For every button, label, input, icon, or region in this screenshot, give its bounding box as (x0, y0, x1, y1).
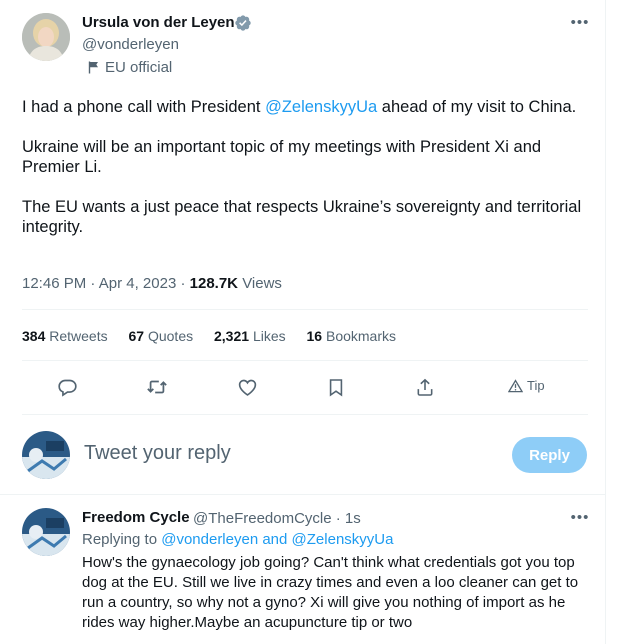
tweet-text: I had a phone call with President @Zelen… (22, 97, 592, 257)
author-name[interactable]: Ursula von der Leyen (82, 14, 235, 31)
tweet-paragraph: The EU wants a just peace that respects … (22, 198, 582, 236)
meta-separator: · (180, 275, 186, 292)
divider (0, 494, 606, 495)
reply-submit-button[interactable]: Reply (512, 437, 587, 473)
bookmarks-label: Bookmarks (325, 328, 397, 344)
mention-link[interactable]: @ZelenskyyUa (265, 98, 377, 116)
divider (22, 309, 588, 310)
likes-count: 2,321 (214, 328, 250, 344)
tweet-paragraph: I had a phone call with President @Zelen… (22, 97, 592, 117)
tweet-date[interactable]: Apr 4, 2023 (99, 275, 177, 292)
divider (22, 414, 588, 415)
tweet-text-segment: ahead of my visit to China. (377, 98, 577, 116)
author-avatar[interactable] (22, 13, 70, 61)
quotes-label: Quotes (147, 328, 194, 344)
tip-label: Tip (527, 378, 545, 393)
retweet-icon (147, 380, 167, 394)
heart-icon (238, 379, 256, 396)
replying-to-mentions[interactable]: @vonderleyen and @ZelenskyyUa (161, 531, 393, 548)
reply-action-button[interactable] (55, 376, 79, 398)
flag-icon (88, 61, 98, 74)
more-options-icon[interactable]: ••• (570, 510, 590, 526)
reply-author-avatar[interactable] (22, 508, 70, 556)
views-count: 128.7K (189, 275, 239, 292)
retweets-stat[interactable]: 384 Retweets (22, 328, 108, 344)
tip-triangle-icon (508, 378, 523, 392)
reply-text: How's the gynaecology job going? Can't t… (82, 554, 579, 631)
replying-to-prefix: Replying to (82, 531, 162, 548)
meta-separator: · (90, 275, 96, 292)
tweet-metadata: 12:46 PM · Apr 4, 2023 · 128.7K Views (22, 275, 282, 292)
tweet-paragraph: Ukraine will be an important topic of my… (22, 138, 542, 176)
tweet-text-segment: I had a phone call with President (22, 98, 266, 116)
tweet-detail-panel: Ursula von der Leyen @vonderleyen EU off… (0, 0, 606, 644)
bookmark-icon (329, 378, 343, 397)
likes-label: Likes (252, 328, 286, 344)
bookmarks-stat[interactable]: 16 Bookmarks (307, 328, 397, 344)
engagement-stats: 384 Retweets 67 Quotes 2,321 Likes 16 Bo… (22, 328, 413, 344)
author-handle[interactable]: @vonderleyen (82, 36, 179, 53)
reply-author-handle[interactable]: @TheFreedomCycle · 1s (193, 510, 361, 527)
reply-author-name[interactable]: Freedom Cycle (82, 509, 190, 526)
affiliation-label: EU official (105, 59, 173, 76)
reply-input[interactable]: Tweet your reply (84, 442, 231, 465)
bookmark-action-button[interactable] (324, 376, 348, 398)
quotes-stat[interactable]: 67 Quotes (129, 328, 194, 344)
composer-avatar[interactable] (22, 431, 70, 479)
share-icon (417, 378, 433, 396)
tip-button[interactable]: Tip (508, 378, 545, 393)
bookmarks-count: 16 (306, 328, 323, 344)
verified-badge-icon (235, 15, 251, 31)
share-action-button[interactable] (413, 376, 437, 398)
retweets-count: 384 (22, 328, 46, 344)
likes-stat[interactable]: 2,321 Likes (214, 328, 286, 344)
retweet-action-button[interactable] (145, 376, 169, 398)
reply-bubble-icon (57, 379, 77, 397)
retweets-label: Retweets (49, 328, 108, 344)
views-label: Views (242, 275, 282, 292)
divider (22, 360, 588, 361)
like-action-button[interactable] (235, 376, 259, 398)
more-options-icon[interactable]: ••• (570, 15, 590, 31)
quotes-count: 67 (128, 328, 145, 344)
tweet-time[interactable]: 12:46 PM (22, 275, 86, 292)
replying-to-line: Replying to @vonderleyen and @ZelenskyyU… (82, 531, 393, 548)
